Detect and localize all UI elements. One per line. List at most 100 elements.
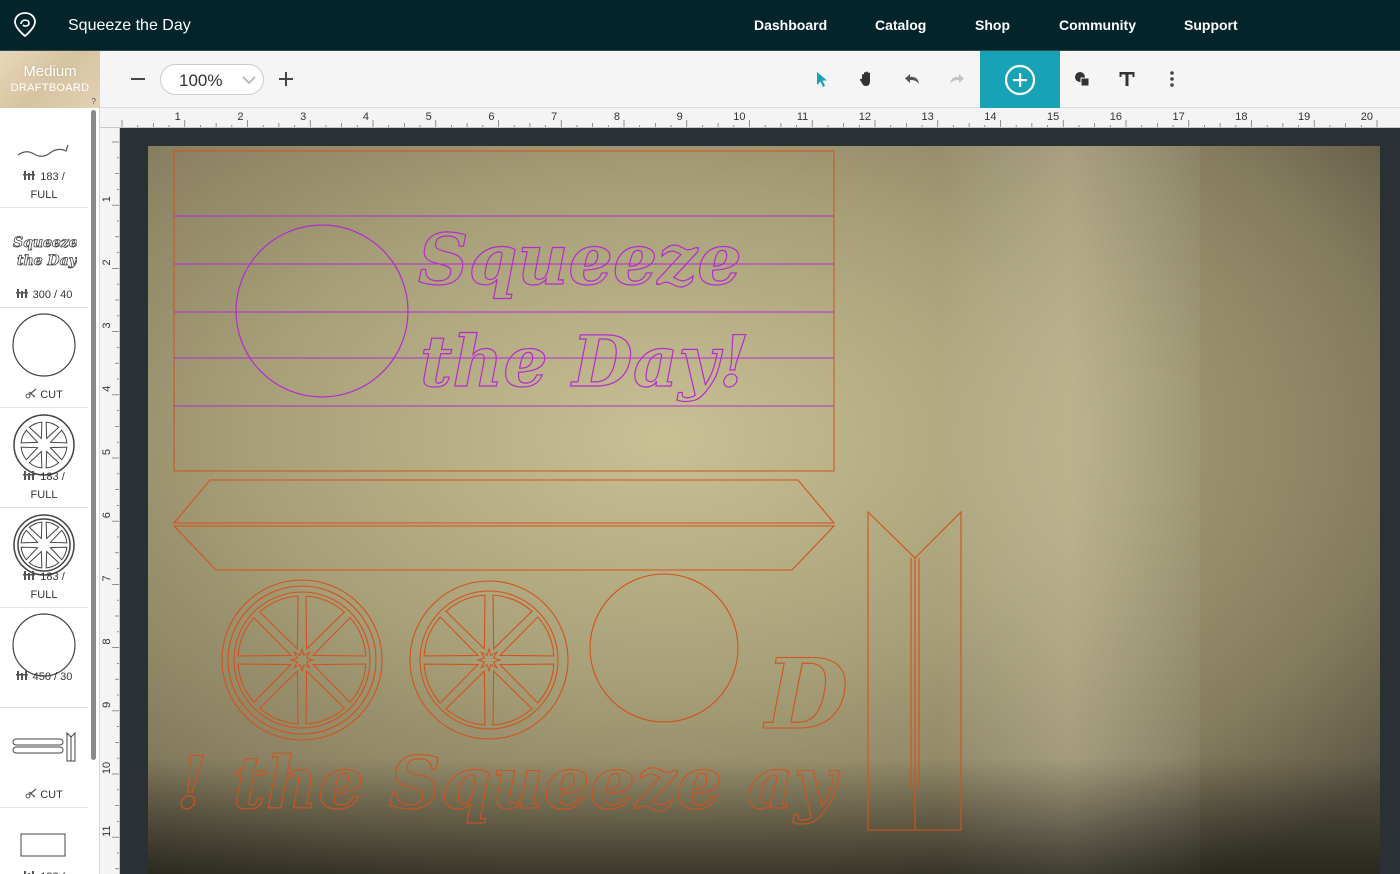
ruler-top-label: 18 [1235, 111, 1247, 123]
top-navigation: Squeeze the Day Dashboard Catalog Shop C… [0, 0, 1400, 51]
engrave-icon [23, 471, 36, 480]
panel-scrollbar[interactable] [91, 110, 96, 760]
design-item-setting: 183 / [0, 468, 88, 486]
ruler-left-label: 10 [101, 762, 113, 774]
design-item[interactable]: 183 / [0, 808, 88, 874]
engrave-icon [24, 871, 35, 874]
ruler-top-label: 7 [551, 111, 557, 123]
design-item[interactable]: Squeeze the Day! 300 / 40 [0, 208, 88, 308]
ruler-top-label: 1 [175, 111, 181, 123]
ruler-left-label: 4 [101, 386, 113, 392]
document-title[interactable]: Squeeze the Day [68, 17, 191, 35]
engrave-icon [23, 171, 36, 180]
cut-letter-d[interactable]: D [761, 637, 848, 751]
ruler-top-label: 2 [237, 111, 243, 123]
design-item[interactable]: 183 / FULL [0, 108, 88, 208]
ruler-top-label: 3 [300, 111, 306, 123]
ruler-left-label: 6 [101, 512, 113, 518]
add-button[interactable] [980, 51, 1060, 108]
nav-shop[interactable]: Shop [975, 17, 1010, 33]
design-item[interactable]: CUT [0, 708, 88, 808]
engrave-icon [15, 671, 28, 680]
nav-catalog[interactable]: Catalog [875, 17, 926, 33]
design-item-thumbnail [10, 613, 78, 677]
ruler-left-label: 11 [101, 825, 113, 836]
ruler-top-label: 9 [677, 111, 683, 123]
material-type: DRAFTBOARD [10, 82, 90, 94]
redo-icon [950, 74, 964, 84]
design-item-setting: 183 / [0, 568, 88, 586]
svg-text:the Day!: the Day! [17, 253, 77, 269]
horizontal-ruler: 1 2 3 4 5 6 7 8 9 10 11 12 13 14 15 16 17 18 19 20 [100, 108, 1400, 128]
ruler-top-label: 19 [1298, 111, 1310, 123]
undo-icon [905, 74, 919, 84]
design-item-thumbnail [10, 514, 78, 576]
material-selector[interactable]: Medium DRAFTBOARD ? [0, 51, 100, 108]
text-tool-button[interactable] [1113, 65, 1141, 93]
design-item[interactable]: 450 / 30 [0, 608, 88, 708]
design-item-thumbnail: Squeeze the Day! [10, 222, 78, 280]
shapes-button[interactable] [1068, 65, 1096, 93]
ruler-left-label: 8 [101, 639, 113, 645]
design-item-setting: CUT [0, 786, 88, 804]
ruler-top-label: 13 [922, 111, 934, 123]
cut-text[interactable]: ! the Squeeze ay [175, 739, 840, 825]
nav-dashboard[interactable]: Dashboard [754, 17, 827, 33]
ruler-top-label: 6 [488, 111, 494, 123]
minus-icon [131, 78, 145, 80]
engrave-icon [15, 289, 28, 298]
ruler-top-label: 10 [733, 111, 745, 123]
design-item-setting: 183 / [0, 868, 88, 874]
pan-hand-icon [860, 71, 870, 86]
editor-toolbar: Medium DRAFTBOARD ? 100% [0, 51, 1400, 108]
design-item-value: CUT [40, 789, 63, 801]
ruler-left-label: 9 [101, 702, 113, 708]
chevron-down-icon [242, 76, 256, 85]
design-item-value: 183 / [40, 571, 65, 583]
design-items-panel: 183 / FULL Squeeze the Day! 300 / 40 CUT 18… [0, 108, 100, 874]
ruler-left-label: 3 [101, 323, 113, 329]
zoom-select[interactable]: 100% [160, 64, 264, 95]
shapes-icon [1075, 72, 1090, 87]
pan-tool-button[interactable] [853, 65, 881, 93]
ruler-top-label: 11 [797, 111, 808, 123]
design-canvas[interactable]: Squeeze the Day! D ! the Squeeze ay [120, 128, 1400, 874]
select-tool-button[interactable] [808, 65, 836, 93]
design-item-value: 450 / 30 [32, 671, 73, 683]
ruler-top-label: 15 [1047, 111, 1059, 123]
app-logo-icon[interactable] [12, 11, 38, 39]
ruler-left-label: 5 [101, 449, 113, 455]
design-item-value: 300 / 40 [32, 289, 73, 301]
more-options-button[interactable] [1158, 65, 1186, 93]
redo-button[interactable] [943, 65, 971, 93]
ruler-top-label: 4 [363, 111, 369, 123]
design-item-thumbnail [10, 313, 78, 377]
cut-icon [25, 788, 37, 799]
ruler-top-label: 8 [614, 111, 620, 123]
nav-support[interactable]: Support [1184, 17, 1238, 33]
design-item-setting-2: FULL [30, 589, 58, 601]
zoom-value: 100% [179, 71, 223, 90]
ruler-top-label: 14 [984, 111, 996, 123]
undo-button[interactable] [898, 65, 926, 93]
design-item-value: 183 / [40, 171, 65, 183]
design-item-setting: 300 / 40 [0, 286, 88, 304]
design-item-thumbnail [10, 414, 78, 476]
ruler-left-label: 7 [101, 575, 113, 581]
engrave-icon [23, 571, 36, 580]
design-item-value: CUT [40, 389, 63, 401]
more-vert-icon [1170, 71, 1174, 87]
ruler-top-label: 5 [426, 111, 432, 123]
zoom-in-button[interactable] [272, 65, 300, 93]
nav-community[interactable]: Community [1059, 17, 1136, 33]
vertical-ruler: 1 2 3 4 5 6 7 8 9 10 11 [100, 128, 120, 874]
design-item[interactable]: CUT [0, 308, 88, 408]
design-item[interactable]: 183 / FULL [0, 408, 88, 508]
ruler-top-label: 17 [1173, 111, 1185, 123]
add-icon [1004, 64, 1036, 95]
design-item-thumbnail [10, 716, 78, 774]
zoom-out-button[interactable] [124, 65, 152, 93]
select-arrow-icon [817, 72, 827, 87]
design-item[interactable]: 183 / FULL [0, 508, 88, 608]
material-help[interactable]: ? [92, 97, 96, 106]
